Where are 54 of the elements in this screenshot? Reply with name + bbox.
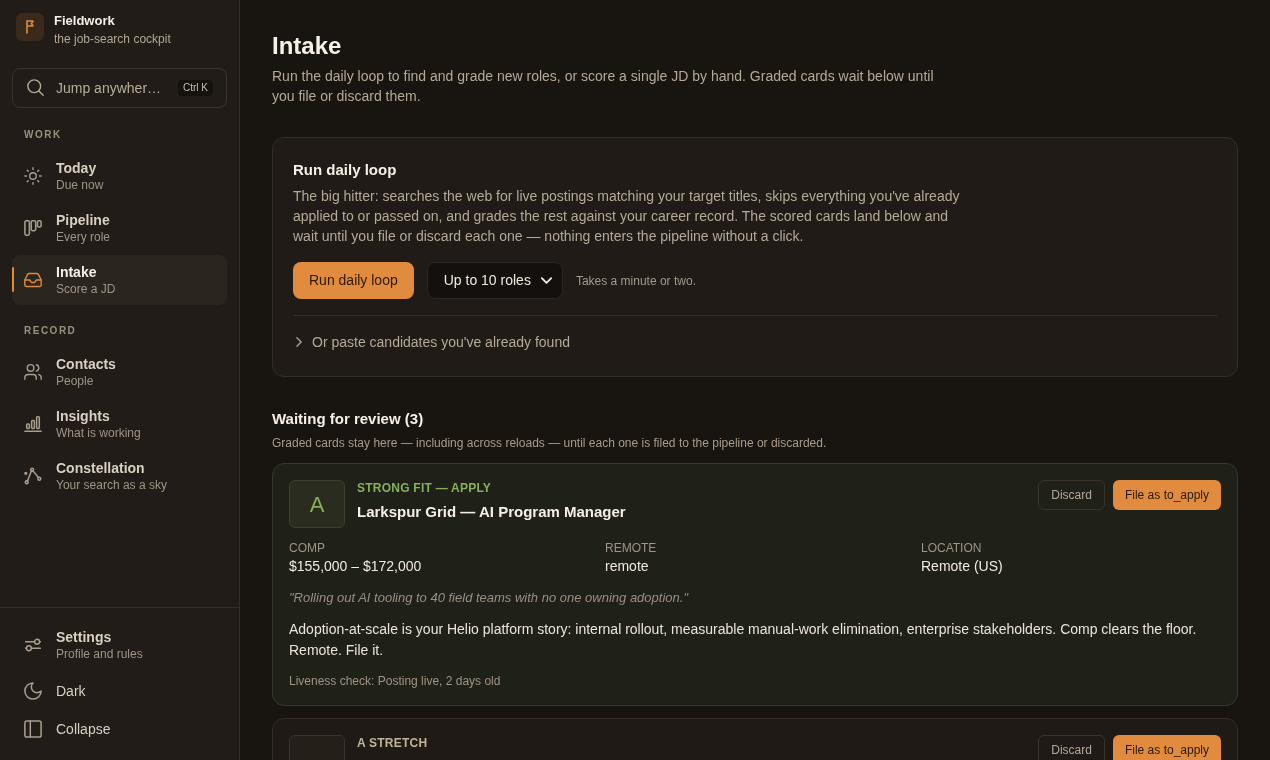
inbox-icon	[24, 271, 42, 289]
panel-description: The big hitter: searches the web for live postings matching your target titles, skips everything you've already applied to or passed on, and grades the rest against your career record. The scored cards land below and wait until you file or discard each one — nothing enters the pipeline without a click.	[293, 187, 961, 246]
connected-points-icon	[24, 467, 42, 485]
nav-item[interactable]: Collapse	[12, 712, 227, 746]
flag-icon	[16, 13, 44, 41]
liveness-note: Liveness check: Posting live, 2 days old	[289, 673, 502, 689]
section-label: WORK	[23, 129, 63, 141]
shortcut-hint: Ctrl K	[178, 80, 213, 96]
limit-select[interactable]: Up to 10 roles	[426, 262, 563, 299]
verdict-label: STRONG FIT — APPLY	[357, 480, 493, 496]
grade-badge: A	[289, 480, 345, 528]
file-button[interactable]: File as to_apply	[1112, 480, 1221, 510]
section-title: Waiting for review (3)	[272, 409, 425, 429]
page-description: Run the daily loop to find and grade new roles, or score a single JD by hand. Graded cards wait below until you file or discard them.	[272, 67, 935, 106]
field-value: remote	[605, 557, 650, 576]
bar-chart-icon	[24, 415, 42, 433]
nav-item[interactable]: Contacts People	[12, 347, 227, 397]
sun-icon	[24, 167, 42, 185]
app-name: Fieldwork	[54, 13, 116, 29]
section-label: RECORD	[23, 325, 78, 337]
paste-toggle[interactable]: Or paste candidates you've already found	[293, 332, 570, 352]
discard-button[interactable]: Discard	[1038, 735, 1105, 760]
field-label: REMOTE	[605, 540, 658, 556]
panel-title: Run daily loop	[293, 160, 398, 180]
sidebar-panel-icon	[24, 720, 42, 738]
hint-text: Takes a minute or two.	[575, 272, 696, 290]
field-value: $155,000 – $172,000	[289, 557, 423, 576]
nav-item[interactable]: Constellation Your search as a sky	[12, 451, 227, 501]
chevron-down-icon	[540, 277, 552, 284]
active-indicator	[12, 267, 14, 292]
people-icon	[24, 363, 42, 381]
fit-summary: Adoption-at-scale is your Helio platform story: internal rollout, measurable manual-work elimination, enterprise stakeholders. Comp clears the floor. Remote. File it.	[289, 620, 1198, 660]
search-icon	[27, 79, 44, 96]
page-title: Intake	[272, 31, 343, 61]
moon-icon	[24, 682, 42, 700]
field-label: LOCATION	[921, 540, 983, 556]
nav-item[interactable]: Dark	[12, 674, 227, 708]
file-button[interactable]: File as to_apply	[1112, 735, 1221, 760]
nav-item[interactable]: Settings Profile and rules	[12, 620, 227, 670]
section-note: Graded cards stay here — including across reloads — until each one is filed to the pipeline or discarded.	[272, 435, 828, 451]
field-value: Remote (US)	[921, 557, 1004, 576]
role-title: Larkspur Grid — AI Program Manager	[357, 502, 627, 522]
posting-quote: "Rolling out AI tooling to 40 field teams with no one owning adoption."	[289, 589, 690, 607]
columns-icon	[24, 219, 42, 237]
discard-button[interactable]: Discard	[1038, 480, 1105, 510]
nav-item[interactable]: Today Due now	[12, 151, 227, 201]
run-button[interactable]: Run daily loop	[293, 262, 414, 299]
nav-item[interactable]: Insights What is working	[12, 399, 227, 449]
verdict-label: A STRETCH	[357, 735, 429, 751]
nav-item[interactable]: Intake Score a JD	[12, 255, 227, 305]
field-label: COMP	[289, 540, 326, 556]
nav-item[interactable]: Pipeline Every role	[12, 203, 227, 253]
sliders-icon	[24, 636, 42, 654]
app-tagline: the job-search cockpit	[54, 31, 171, 47]
